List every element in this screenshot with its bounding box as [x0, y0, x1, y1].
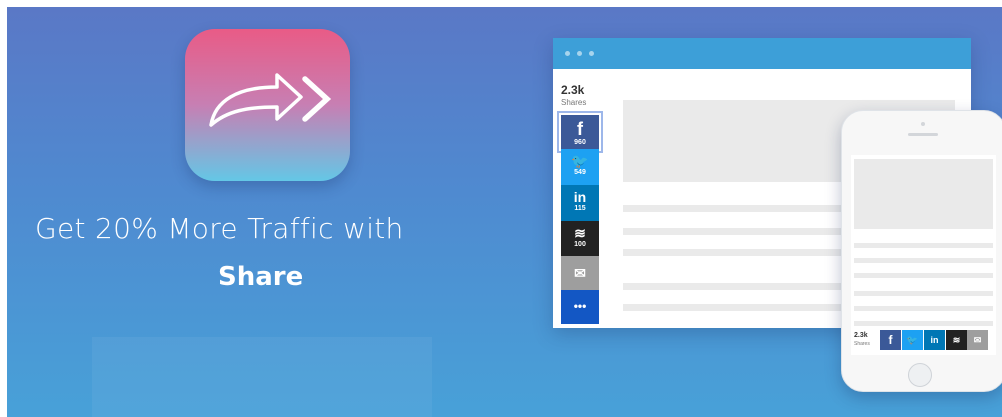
mobile-share-button-twitter[interactable]: 🐦 — [902, 330, 923, 350]
share-count: 100 — [574, 241, 586, 248]
promo-banner: Get 20% More Traffic with Share 2.3k Sha… — [7, 7, 1002, 417]
twitter-icon: 🐦 — [571, 153, 589, 169]
text-line — [854, 291, 993, 296]
linkedin-icon: in — [573, 189, 587, 205]
headline: Get 20% More Traffic with — [35, 212, 404, 245]
phone-screen — [851, 155, 996, 355]
window-dot — [589, 51, 594, 56]
mobile-share-button-facebook[interactable]: f — [880, 330, 901, 350]
mobile-share-total-count: 2.3k — [854, 332, 868, 339]
share-count: 960 — [574, 139, 586, 146]
mobile-share-button-buffer[interactable]: ≋ — [946, 330, 967, 350]
share-total-count: 2.3k — [561, 83, 585, 97]
window-dot — [577, 51, 582, 56]
browser-title-bar — [553, 38, 971, 69]
share-button-more[interactable]: ••• — [561, 290, 599, 324]
share-button-buffer[interactable]: ≋ 100 — [561, 221, 599, 256]
mobile-share-total-label: Shares — [854, 341, 870, 347]
text-line — [854, 243, 993, 248]
mobile-share-button-email[interactable]: ✉ — [967, 330, 988, 350]
share-arrows-icon — [209, 73, 332, 127]
content-image-placeholder — [854, 159, 993, 229]
facebook-icon: f — [577, 119, 583, 139]
buffer-icon: ≋ — [574, 225, 586, 241]
phone-camera — [921, 122, 925, 126]
share-count: 115 — [574, 205, 586, 212]
share-total-label: Shares — [561, 98, 587, 107]
share-count: 549 — [574, 169, 586, 176]
phone-speaker — [908, 133, 938, 136]
text-line — [854, 258, 993, 263]
share-button-linkedin[interactable]: in 115 — [561, 185, 599, 221]
phone-home-button — [908, 363, 932, 387]
share-button-twitter[interactable]: 🐦 549 — [561, 149, 599, 185]
mobile-share-button-linkedin[interactable]: in — [924, 330, 945, 350]
text-line — [854, 273, 993, 278]
text-line — [854, 306, 993, 311]
more-icon: ••• — [573, 299, 587, 313]
share-button-facebook[interactable]: f 960 — [557, 111, 603, 153]
app-icon — [185, 29, 350, 181]
text-line — [854, 321, 993, 326]
email-icon: ✉ — [574, 265, 586, 281]
mobile-phone-mock: 2.3k Shares f 🐦 in ≋ ✉ — [841, 110, 1002, 392]
headline-brand: Share — [218, 262, 304, 292]
share-button-email[interactable]: ✉ — [561, 256, 599, 290]
window-dot — [565, 51, 570, 56]
